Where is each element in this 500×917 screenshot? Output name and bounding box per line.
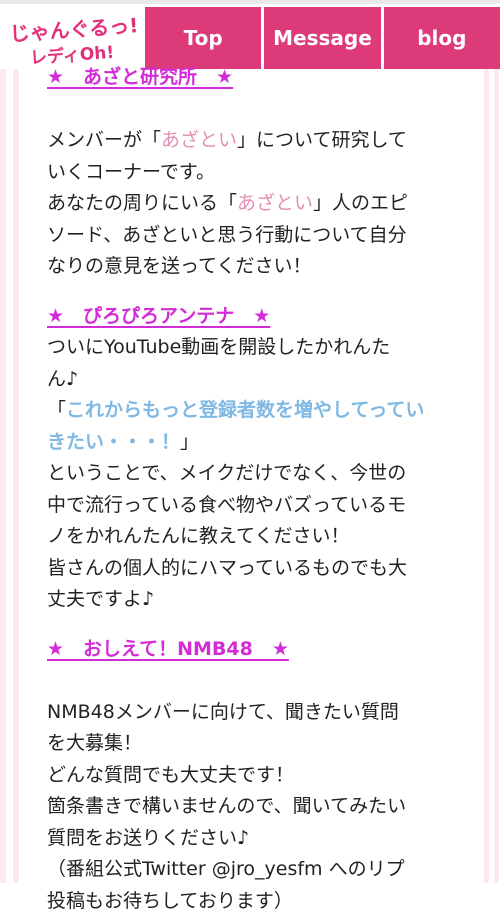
site-header: じゃんぐるっ! じゃんぐるっ! レディOh! Top Message blog — [0, 7, 500, 69]
top-divider — [0, 0, 500, 4]
oshiete-text-line: 箇条書きで構いませんので、聞いてみたい — [47, 791, 477, 823]
azatoi-text-line: なりの意見を送ってください！ — [47, 251, 477, 283]
oshiete-text-line: 投稿もお待ちしております） — [47, 886, 477, 917]
azatoi-text-line: あなたの周りにいる「あざとい」人のエピ — [47, 188, 477, 220]
section-heading-antenna: ★ ぴろぴろアンテナ ★ — [47, 301, 477, 333]
antenna-quote-line: きたい・・・！」 — [47, 427, 477, 459]
antenna-text-line: 皆さんの個人的にハマっているものでも大 — [47, 553, 477, 585]
right-stripe-decoration — [484, 69, 500, 883]
antenna-text-line: ついにYouTube動画を開設したかれんた — [47, 332, 477, 364]
nav-blog-link[interactable]: blog — [381, 7, 500, 69]
antenna-quote: これからもっと登録者数を増やしてってい — [66, 399, 424, 421]
site-logo[interactable]: じゃんぐるっ! じゃんぐるっ! レディOh! — [8, 15, 138, 67]
antenna-text-line: 中で流行っている食べ物やバズっているモ — [47, 490, 477, 522]
oshiete-text-line: 質問をお送りください♪ — [47, 823, 477, 855]
azatoi-text-line: いくコーナーです。 — [47, 157, 477, 189]
section-heading-oshiete: ★ おしえて！NMB48 ★ — [47, 634, 477, 666]
oshiete-text-line: を大募集！ — [47, 728, 477, 760]
main-content: ★ あざと研究所 ★ メンバーが「あざとい」について研究して いくコーナーです。… — [47, 62, 477, 917]
azatoi-text-line: ソード、あざといと思う行動について自分 — [47, 220, 477, 252]
azatoi-keyword: あざとい — [161, 129, 237, 151]
svg-text:じゃんぐるっ!: じゃんぐるっ! — [9, 15, 138, 46]
oshiete-text-line: どんな質問でも大丈夫です！ — [47, 760, 477, 792]
oshiete-text-line: （番組公式Twitter @jro_yesfm へのリプ — [47, 854, 477, 886]
nav-top-link[interactable]: Top — [145, 7, 261, 69]
section-heading-azatoi: ★ あざと研究所 ★ — [47, 62, 477, 94]
oshiete-text-line: NMB48メンバーに向けて、聞きたい質問 — [47, 697, 477, 729]
antenna-text-line: 丈夫ですよ♪ — [47, 584, 477, 616]
antenna-text-line: ノをかれんたんに教えてください！ — [47, 521, 477, 553]
main-nav: Top Message blog — [145, 7, 500, 69]
azatoi-keyword: あざとい — [237, 192, 313, 214]
antenna-quote-line: 「これからもっと登録者数を増やしてってい — [47, 395, 477, 427]
left-stripe-decoration — [0, 69, 26, 883]
antenna-quote: きたい・・・！ — [47, 431, 180, 453]
antenna-text-line: ん♪ — [47, 364, 477, 396]
nav-message-link[interactable]: Message — [261, 7, 380, 69]
azatoi-text-line: メンバーが「あざとい」について研究して — [47, 125, 477, 157]
antenna-text-line: ということで、メイクだけでなく、今世の — [47, 458, 477, 490]
